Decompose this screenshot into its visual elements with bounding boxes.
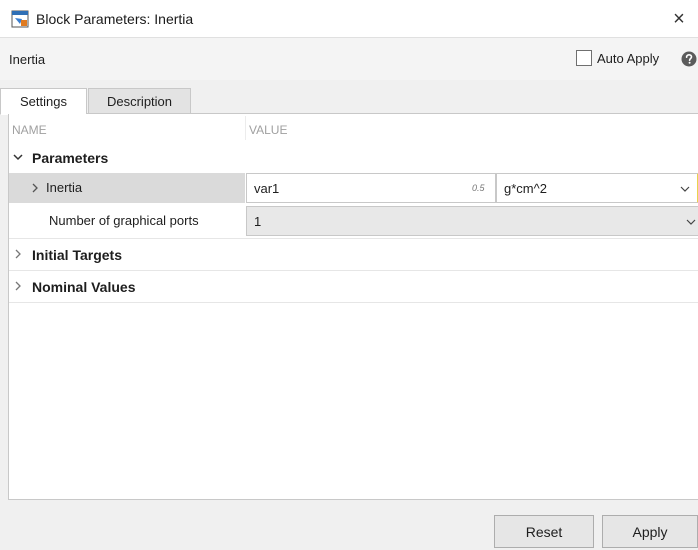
row-name-label: Inertia bbox=[46, 180, 83, 195]
numeric-format-badge[interactable]: 0.5 bbox=[472, 183, 485, 193]
input-value-text: var1 bbox=[254, 181, 280, 196]
chevron-down-icon[interactable] bbox=[679, 183, 691, 195]
column-header-value: VALUE bbox=[249, 123, 288, 137]
auto-apply-label: Auto Apply bbox=[597, 51, 660, 66]
tab-description[interactable]: Description bbox=[88, 88, 191, 114]
parameter-row-inertia: Inertia var1 0.5 g*cm^2 bbox=[9, 173, 698, 203]
block-parameters-icon bbox=[11, 10, 29, 28]
title-bar: Block Parameters: Inertia × bbox=[0, 0, 698, 38]
row-divider bbox=[9, 270, 698, 271]
row-divider bbox=[9, 238, 698, 239]
window-title: Block Parameters: Inertia bbox=[36, 11, 194, 27]
column-header-name: NAME bbox=[12, 123, 47, 137]
chevron-right-icon[interactable] bbox=[11, 247, 25, 261]
column-separator bbox=[245, 116, 246, 140]
inertia-value-input[interactable]: var1 0.5 bbox=[246, 173, 496, 203]
chevron-right-icon[interactable] bbox=[28, 181, 42, 195]
row-name-cell[interactable]: Number of graphical ports bbox=[9, 206, 245, 236]
section-title: Nominal Values bbox=[32, 279, 136, 295]
chevron-down-icon[interactable] bbox=[685, 216, 697, 228]
help-icon[interactable] bbox=[681, 51, 697, 67]
graphical-ports-select[interactable]: 1 bbox=[246, 206, 698, 236]
unit-value-text: g*cm^2 bbox=[504, 181, 547, 196]
row-divider bbox=[9, 302, 698, 303]
tab-bar: Settings Description bbox=[0, 88, 698, 115]
row-name-label: Number of graphical ports bbox=[49, 213, 199, 228]
close-icon[interactable]: × bbox=[666, 6, 692, 32]
section-nominal-values[interactable]: Nominal Values bbox=[9, 272, 698, 302]
inertia-unit-select[interactable]: g*cm^2 bbox=[496, 173, 698, 203]
reset-button[interactable]: Reset bbox=[494, 515, 594, 548]
chevron-right-icon[interactable] bbox=[11, 279, 25, 293]
chevron-down-icon[interactable] bbox=[11, 150, 25, 164]
row-name-cell[interactable]: Inertia bbox=[9, 173, 245, 203]
block-header: Inertia Auto Apply bbox=[0, 38, 698, 80]
section-title: Parameters bbox=[32, 150, 109, 166]
parameter-panel: NAME VALUE Parameters Inertia var1 0.5 g… bbox=[8, 114, 698, 500]
apply-button[interactable]: Apply bbox=[602, 515, 698, 548]
section-parameters[interactable]: Parameters bbox=[9, 143, 698, 173]
select-value-text: 1 bbox=[254, 214, 262, 229]
button-bar: Reset Apply bbox=[0, 500, 698, 550]
section-initial-targets[interactable]: Initial Targets bbox=[9, 240, 698, 270]
tab-settings[interactable]: Settings bbox=[0, 88, 87, 115]
section-title: Initial Targets bbox=[32, 247, 122, 263]
checkbox-box[interactable] bbox=[576, 50, 592, 66]
parameter-row-graphical-ports: Number of graphical ports 1 bbox=[9, 206, 698, 236]
block-name: Inertia bbox=[9, 52, 46, 67]
